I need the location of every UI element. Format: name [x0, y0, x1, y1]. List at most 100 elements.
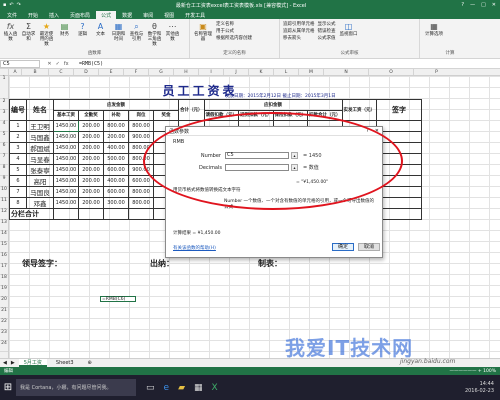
- header-bonus[interactable]: 补助: [103, 109, 129, 121]
- header-insurance-deduct[interactable]: 保险扣款（元）: [272, 109, 308, 121]
- show-formulas-button[interactable]: 显示公式: [318, 21, 336, 27]
- column-header[interactable]: J: [224, 69, 249, 75]
- row-header[interactable]: 23: [0, 330, 8, 341]
- column-header[interactable]: P: [414, 69, 459, 75]
- system-tray[interactable]: 14:44 2016-02-23: [465, 381, 500, 395]
- insert-function-icon[interactable]: fx: [64, 61, 69, 67]
- help-link[interactable]: 有关该函数的帮助(H): [173, 245, 216, 251]
- row-header[interactable]: 20: [0, 297, 8, 308]
- task-view-icon[interactable]: ▭: [146, 383, 155, 393]
- row-header[interactable]: 9: [0, 176, 8, 187]
- column-header[interactable]: H: [174, 69, 199, 75]
- tab-developer[interactable]: 开发工具: [180, 11, 210, 19]
- row-header[interactable]: 22: [0, 319, 8, 330]
- header-actual[interactable]: 实发工资（元）: [341, 99, 377, 121]
- collapse-dialog-icon[interactable]: ▴: [291, 152, 298, 159]
- column-header[interactable]: E: [99, 69, 124, 75]
- store-icon[interactable]: ▦: [194, 383, 203, 393]
- sheet-nav-left-icon[interactable]: ◀: [3, 360, 7, 366]
- row-header[interactable]: 11: [0, 198, 8, 209]
- logical-button[interactable]: ? 逻辑: [75, 21, 90, 50]
- header-base[interactable]: 基本工资: [53, 109, 79, 121]
- header-deduct-group[interactable]: 应扣金额: [203, 99, 343, 111]
- financial-button[interactable]: ▤ 财务: [57, 21, 72, 50]
- column-header[interactable]: K: [249, 69, 274, 75]
- header-name[interactable]: 姓名: [26, 99, 54, 121]
- column-header[interactable]: I: [199, 69, 224, 75]
- dialog-close-icon[interactable]: ✕: [375, 128, 379, 134]
- column-header[interactable]: M: [299, 69, 324, 75]
- math-trig-button[interactable]: θ 数学和三角函数: [147, 21, 162, 50]
- maximize-icon[interactable]: □: [481, 2, 486, 8]
- more-functions-button[interactable]: ⋯ 其他函数: [165, 21, 180, 50]
- help-icon[interactable]: ?: [461, 2, 464, 8]
- undo-icon[interactable]: ↶: [9, 2, 13, 8]
- header-late-deduct[interactable]: 迟到扣款（元）: [238, 109, 274, 121]
- windows-start-icon[interactable]: ⊞: [0, 382, 16, 393]
- header-deduct-total[interactable]: 扣款合计（元）: [307, 109, 343, 121]
- row-header[interactable]: 8: [0, 165, 8, 176]
- tab-file[interactable]: 文件: [2, 11, 22, 19]
- row-header[interactable]: 18: [0, 275, 8, 286]
- use-in-formula-button[interactable]: 用于公式: [216, 28, 252, 34]
- row-header[interactable]: 12: [0, 209, 8, 220]
- header-leave-deduct[interactable]: 请假扣款（元）: [203, 109, 239, 121]
- tab-insert[interactable]: 插入: [44, 11, 64, 19]
- row-header[interactable]: 17: [0, 264, 8, 275]
- cancel-button[interactable]: 取消: [358, 243, 380, 251]
- column-header[interactable]: O: [369, 69, 414, 75]
- tab-review[interactable]: 审阅: [138, 11, 158, 19]
- name-box[interactable]: C5: [0, 60, 40, 68]
- column-header[interactable]: G: [149, 69, 174, 75]
- edge-icon[interactable]: e: [164, 383, 170, 393]
- tab-home[interactable]: 开始: [23, 11, 43, 19]
- sheet-nav-right-icon[interactable]: ▶: [11, 360, 15, 366]
- autosum-button[interactable]: Σ 自动求和: [21, 21, 36, 50]
- text-button[interactable]: A 文本: [93, 21, 108, 50]
- header-pay-group[interactable]: 应发金额: [53, 99, 179, 111]
- ok-button[interactable]: 确定: [332, 243, 354, 251]
- name-manager-button[interactable]: ▣ 名称管理器: [193, 21, 213, 50]
- minimize-icon[interactable]: —: [470, 2, 475, 8]
- tab-formulas[interactable]: 公式: [96, 11, 117, 19]
- row-header[interactable]: 21: [0, 308, 8, 319]
- column-header[interactable]: F: [124, 69, 149, 75]
- file-explorer-icon[interactable]: ▰: [178, 383, 185, 393]
- remove-arrows-button[interactable]: 移去箭头: [283, 35, 315, 41]
- calculation-options-button[interactable]: ▦ 计算选项: [423, 21, 445, 50]
- header-post[interactable]: 岗位: [128, 109, 154, 121]
- row-header[interactable]: 5: [0, 132, 8, 143]
- row-header[interactable]: 24: [0, 341, 8, 352]
- tab-view[interactable]: 视图: [159, 11, 179, 19]
- row-header[interactable]: 13: [0, 220, 8, 231]
- column-header[interactable]: B: [22, 69, 49, 75]
- row-header[interactable]: 19: [0, 286, 8, 297]
- insert-function-button[interactable]: fx 插入函数: [3, 21, 18, 50]
- lookup-button[interactable]: ⌕ 查找与引用: [129, 21, 144, 50]
- header-allowance[interactable]: 全勤奖: [78, 109, 104, 121]
- date-time-button[interactable]: ▦ 日期和时间: [111, 21, 126, 50]
- row-header[interactable]: 6: [0, 143, 8, 154]
- dialog-help-icon[interactable]: ?: [366, 128, 369, 134]
- row-header[interactable]: 3: [0, 110, 8, 121]
- cortana-search[interactable]: 我是 Cortana，小娜，有问题尽管问我。: [16, 379, 136, 396]
- number-input[interactable]: C5: [225, 152, 289, 159]
- add-sheet-icon[interactable]: ⊕: [83, 359, 97, 367]
- active-cell-c22[interactable]: =RMB(C6): [100, 296, 136, 302]
- watch-window-button[interactable]: ◫ 监视窗口: [339, 21, 359, 50]
- row-header[interactable]: 14: [0, 231, 8, 242]
- select-all-corner[interactable]: [0, 69, 9, 75]
- decimals-input[interactable]: [225, 164, 289, 171]
- column-header[interactable]: A: [9, 69, 22, 75]
- enter-icon[interactable]: ✓: [56, 61, 60, 67]
- zoom-control[interactable]: —————— + 100%: [450, 369, 497, 374]
- row-header[interactable]: 10: [0, 187, 8, 198]
- sheet-tab-sheet3[interactable]: Sheet3: [51, 359, 79, 367]
- header-award[interactable]: 奖金: [153, 109, 179, 121]
- collapse-dialog-icon[interactable]: ▴: [291, 164, 298, 171]
- error-checking-button[interactable]: 错误检查: [318, 28, 336, 34]
- header-total[interactable]: 合计（元）: [178, 99, 205, 121]
- column-header[interactable]: D: [74, 69, 99, 75]
- create-from-selection-button[interactable]: 根据所选内容创建: [216, 35, 252, 41]
- maker-label[interactable]: 制表：: [258, 258, 282, 269]
